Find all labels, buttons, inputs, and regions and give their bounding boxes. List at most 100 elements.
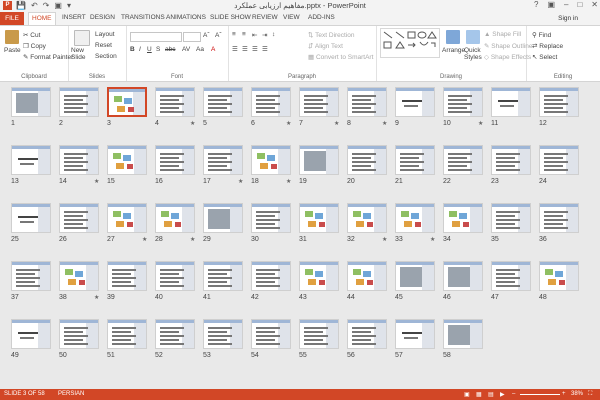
slide-thumbnail[interactable] — [203, 203, 243, 233]
tab-file[interactable]: FILE — [0, 12, 24, 25]
convert-smartart-button[interactable]: ▦ Convert to SmartArt — [308, 53, 373, 61]
format-painter-button[interactable]: ✎ Format Painter — [23, 53, 73, 61]
slide-thumbnail[interactable] — [347, 87, 387, 117]
present-icon[interactable]: ▣ — [54, 1, 62, 10]
slide-thumbnail[interactable] — [59, 203, 99, 233]
slide-thumbnail[interactable] — [395, 319, 435, 349]
align-text-button[interactable]: ⇵ Align Text — [308, 42, 343, 50]
tab-home[interactable]: HOME — [28, 12, 56, 25]
slide-thumbnail[interactable] — [251, 319, 291, 349]
slide-thumbnail[interactable] — [299, 203, 339, 233]
shadow-icon[interactable]: S — [156, 46, 160, 53]
slide-thumbnail[interactable] — [11, 203, 51, 233]
shrink-font-icon[interactable]: Aˇ — [215, 32, 222, 39]
font-size-select[interactable] — [183, 32, 201, 42]
customize-icon[interactable]: ▾ — [67, 1, 71, 10]
slide-thumbnail[interactable] — [251, 203, 291, 233]
strikethrough-icon[interactable]: abc — [165, 46, 175, 53]
shapes-gallery[interactable] — [380, 28, 440, 58]
slide-thumbnail[interactable] — [347, 145, 387, 175]
slide-thumbnail[interactable] — [299, 87, 339, 117]
slide-thumbnail[interactable] — [107, 261, 147, 291]
numbering-icon[interactable]: ≡ — [242, 31, 246, 38]
slide-thumbnail[interactable] — [491, 145, 531, 175]
line-spacing-icon[interactable]: ↕ — [272, 31, 275, 38]
animation-star-icon[interactable]: ★ — [238, 178, 243, 185]
slide-thumbnail[interactable] — [443, 319, 483, 349]
slide-thumbnail[interactable] — [107, 87, 147, 117]
slide-thumbnail[interactable] — [347, 319, 387, 349]
animation-star-icon[interactable]: ★ — [190, 120, 195, 127]
slide-thumbnail[interactable] — [299, 145, 339, 175]
bullets-icon[interactable]: ≡ — [232, 31, 236, 38]
slide-thumbnail[interactable] — [491, 203, 531, 233]
slide-thumbnail[interactable] — [203, 87, 243, 117]
animation-star-icon[interactable]: ★ — [382, 120, 387, 127]
select-button[interactable]: ↖ Select — [532, 53, 557, 61]
align-center-icon[interactable]: ☰ — [242, 45, 248, 53]
font-color-icon[interactable]: A — [211, 46, 215, 53]
text-direction-button[interactable]: ⇅ Text Direction — [308, 31, 355, 39]
align-right-icon[interactable]: ☰ — [252, 45, 258, 53]
shape-effects-button[interactable]: ◇ Shape Effects — [484, 53, 531, 61]
normal-view-icon[interactable]: ▣ — [464, 391, 470, 398]
sign-in-link[interactable]: Sign in — [558, 15, 578, 22]
font-name-select[interactable] — [130, 32, 182, 42]
slide-thumbnail[interactable] — [203, 261, 243, 291]
justify-icon[interactable]: ☰ — [262, 45, 268, 53]
animation-star-icon[interactable]: ★ — [142, 236, 147, 243]
minimize-icon[interactable]: – — [564, 0, 568, 9]
slide-thumbnail[interactable] — [347, 203, 387, 233]
slide-thumbnail[interactable] — [395, 87, 435, 117]
slide-thumbnail[interactable] — [443, 261, 483, 291]
spacing-icon[interactable]: AV — [182, 46, 190, 53]
find-button[interactable]: ⚲ Find — [532, 31, 551, 39]
bold-icon[interactable]: B — [130, 46, 135, 53]
slide-thumbnail[interactable] — [443, 203, 483, 233]
redo-icon[interactable]: ↷ — [43, 1, 50, 10]
slide-thumbnail[interactable] — [107, 145, 147, 175]
slide-thumbnail[interactable] — [11, 319, 51, 349]
arrange-button[interactable]: Arrange — [442, 47, 465, 54]
slide-thumbnail[interactable] — [395, 261, 435, 291]
language-indicator[interactable]: PERSIAN — [58, 391, 84, 397]
increase-indent-icon[interactable]: ⇥ — [262, 31, 267, 39]
slide-thumbnail[interactable] — [443, 87, 483, 117]
slide-thumbnail[interactable] — [155, 261, 195, 291]
slide-thumbnail[interactable] — [299, 261, 339, 291]
italic-icon[interactable]: I — [139, 46, 141, 53]
animation-star-icon[interactable]: ★ — [334, 120, 339, 127]
slide-thumbnail[interactable] — [59, 319, 99, 349]
close-icon[interactable]: ✕ — [591, 0, 598, 9]
slide-thumbnail[interactable] — [11, 87, 51, 117]
tab-add-ins[interactable]: ADD-INS — [308, 14, 335, 21]
slide-thumbnail[interactable] — [203, 319, 243, 349]
slide-thumbnail[interactable] — [299, 319, 339, 349]
tab-view[interactable]: VIEW — [283, 14, 300, 21]
undo-icon[interactable]: ↶ — [31, 1, 38, 10]
slide-thumbnail[interactable] — [107, 319, 147, 349]
reading-view-icon[interactable]: ▤ — [488, 391, 494, 398]
slide-thumbnail[interactable] — [251, 261, 291, 291]
slide-thumbnail[interactable] — [539, 87, 579, 117]
animation-star-icon[interactable]: ★ — [94, 178, 99, 185]
tab-review[interactable]: REVIEW — [252, 14, 278, 21]
help-icon[interactable]: ? — [534, 0, 538, 9]
new-slide-button[interactable]: New Slide — [71, 47, 91, 61]
decrease-indent-icon[interactable]: ⇤ — [252, 31, 257, 39]
slide-thumbnail[interactable] — [347, 261, 387, 291]
animation-star-icon[interactable]: ★ — [382, 236, 387, 243]
arrange-icon[interactable] — [446, 30, 460, 44]
slide-thumbnail[interactable] — [107, 203, 147, 233]
slide-thumbnail[interactable] — [155, 319, 195, 349]
save-icon[interactable]: 💾 — [16, 1, 26, 10]
shape-fill-button[interactable]: ▲ Shape Fill — [484, 31, 521, 38]
tab-design[interactable]: DESIGN — [90, 14, 115, 21]
underline-icon[interactable]: U — [147, 46, 152, 53]
slide-thumbnail[interactable] — [539, 203, 579, 233]
slide-thumbnail[interactable] — [491, 261, 531, 291]
slide-thumbnail[interactable] — [395, 203, 435, 233]
slide-thumbnail[interactable] — [203, 145, 243, 175]
zoom-out-icon[interactable]: – — [512, 391, 515, 397]
zoom-level[interactable]: 38% — [571, 391, 583, 397]
